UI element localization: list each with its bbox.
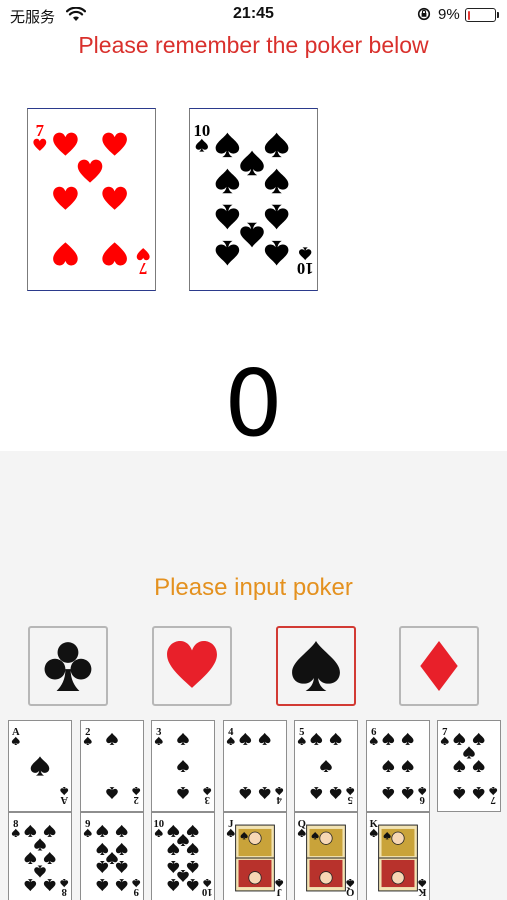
corner-rank: 4: [228, 727, 234, 738]
rank-card-j[interactable]: JJ: [222, 812, 287, 900]
rank-card-face: JJ: [223, 813, 286, 900]
clubs-icon: [44, 642, 92, 691]
corner-rank: A: [12, 727, 20, 738]
spades-icon: [292, 641, 340, 691]
corner-rank-inverted: 5: [348, 794, 353, 805]
rank-card-8[interactable]: 88: [8, 812, 72, 900]
corner-rank: K: [369, 819, 378, 830]
corner-rank: 8: [13, 819, 18, 830]
memory-card-ten-of-spades: 10 10: [189, 108, 318, 291]
corner-rank-inverted: K: [417, 886, 426, 897]
rank-card-10[interactable]: 10 10: [151, 812, 215, 900]
rank-card-face: 55: [295, 721, 357, 811]
hearts-suit-button[interactable]: [152, 626, 232, 706]
rank-card-face: 77: [438, 721, 500, 811]
face-card-head: [390, 871, 405, 885]
battery-percentage: 9%: [438, 6, 460, 23]
poker-memory-screen: 无服务 21:45 9% Please remember the poker b…: [0, 0, 507, 900]
rank-card-face: 33: [152, 721, 214, 811]
corner-rank-inverted: 10: [202, 886, 213, 897]
corner-rank-inverted: 8: [62, 886, 67, 897]
corner-rank: 10: [193, 121, 210, 140]
corner-rank-inverted: 7: [139, 259, 147, 278]
rank-card-7[interactable]: 77: [437, 720, 501, 812]
orientation-lock-icon: [417, 7, 431, 21]
rank-card-2[interactable]: 22: [79, 720, 144, 812]
rank-card-face: 99: [80, 813, 143, 900]
rank-card-face: 44: [223, 721, 286, 811]
corner-rank-inverted: 10: [297, 259, 314, 278]
corner-rank-inverted: J: [275, 886, 281, 897]
face-card-head: [247, 871, 262, 885]
rank-card-face: 66: [366, 721, 429, 811]
face-card-head: [319, 871, 333, 885]
face-card-head: [390, 831, 405, 845]
rank-card-face: 10 10: [152, 813, 214, 900]
battery-tip: [497, 12, 499, 18]
corner-rank-inverted: 3: [205, 794, 210, 805]
rank-card-5[interactable]: 55: [294, 720, 358, 812]
corner-rank: 7: [36, 121, 44, 140]
battery-icon: [465, 8, 496, 22]
memory-card-face: 10 10: [190, 109, 317, 290]
corner-rank: 3: [156, 727, 161, 738]
corner-rank-inverted: Q: [346, 886, 354, 897]
rank-card-6[interactable]: 66: [365, 720, 430, 812]
corner-rank-inverted: 2: [133, 794, 138, 805]
corner-rank: 10: [153, 819, 164, 830]
status-bar: 无服务 21:45 9%: [0, 0, 507, 30]
corner-rank: 2: [85, 727, 90, 738]
rank-card-face: 22: [80, 721, 143, 811]
rank-card-k[interactable]: KK: [365, 812, 430, 900]
face-card-head: [319, 831, 333, 845]
diamonds-icon: [420, 641, 458, 691]
rank-card-3[interactable]: 33: [151, 720, 215, 812]
corner-rank: J: [228, 819, 234, 830]
rank-card-9[interactable]: 99: [79, 812, 144, 900]
corner-rank: 5: [299, 727, 304, 738]
battery-level: [467, 10, 470, 20]
corner-rank-inverted: 7: [490, 794, 496, 805]
rank-card-q[interactable]: QQ: [294, 812, 358, 900]
rank-card-face: 88: [9, 813, 71, 900]
rank-card-face: AA: [9, 721, 71, 811]
face-card-head: [247, 831, 262, 845]
corner-rank: 7: [442, 727, 448, 738]
input-poker-label: Please input poker: [154, 574, 353, 601]
diamonds-suit-button[interactable]: [399, 626, 479, 706]
rank-card-a[interactable]: AA: [8, 720, 72, 812]
memory-card-face: 77: [28, 109, 155, 290]
memory-card-seven-of-hearts: 77: [27, 108, 156, 291]
remember-instruction: Please remember the poker below: [78, 32, 429, 58]
corner-rank-inverted: 6: [418, 794, 424, 805]
hearts-icon: [167, 641, 217, 688]
score-counter: 0: [224, 350, 283, 457]
rank-card-4[interactable]: 44: [222, 720, 287, 812]
corner-rank-inverted: A: [60, 794, 68, 805]
spades-suit-button[interactable]: [276, 626, 356, 706]
corner-rank: 9: [85, 819, 90, 830]
corner-rank-inverted: 4: [275, 794, 281, 805]
corner-rank: Q: [298, 819, 306, 830]
corner-rank: 6: [371, 727, 377, 738]
rank-card-face: KK: [366, 813, 429, 900]
rank-card-face: QQ: [295, 813, 357, 900]
clubs-suit-button[interactable]: [28, 626, 108, 706]
corner-rank-inverted: 9: [133, 886, 138, 897]
